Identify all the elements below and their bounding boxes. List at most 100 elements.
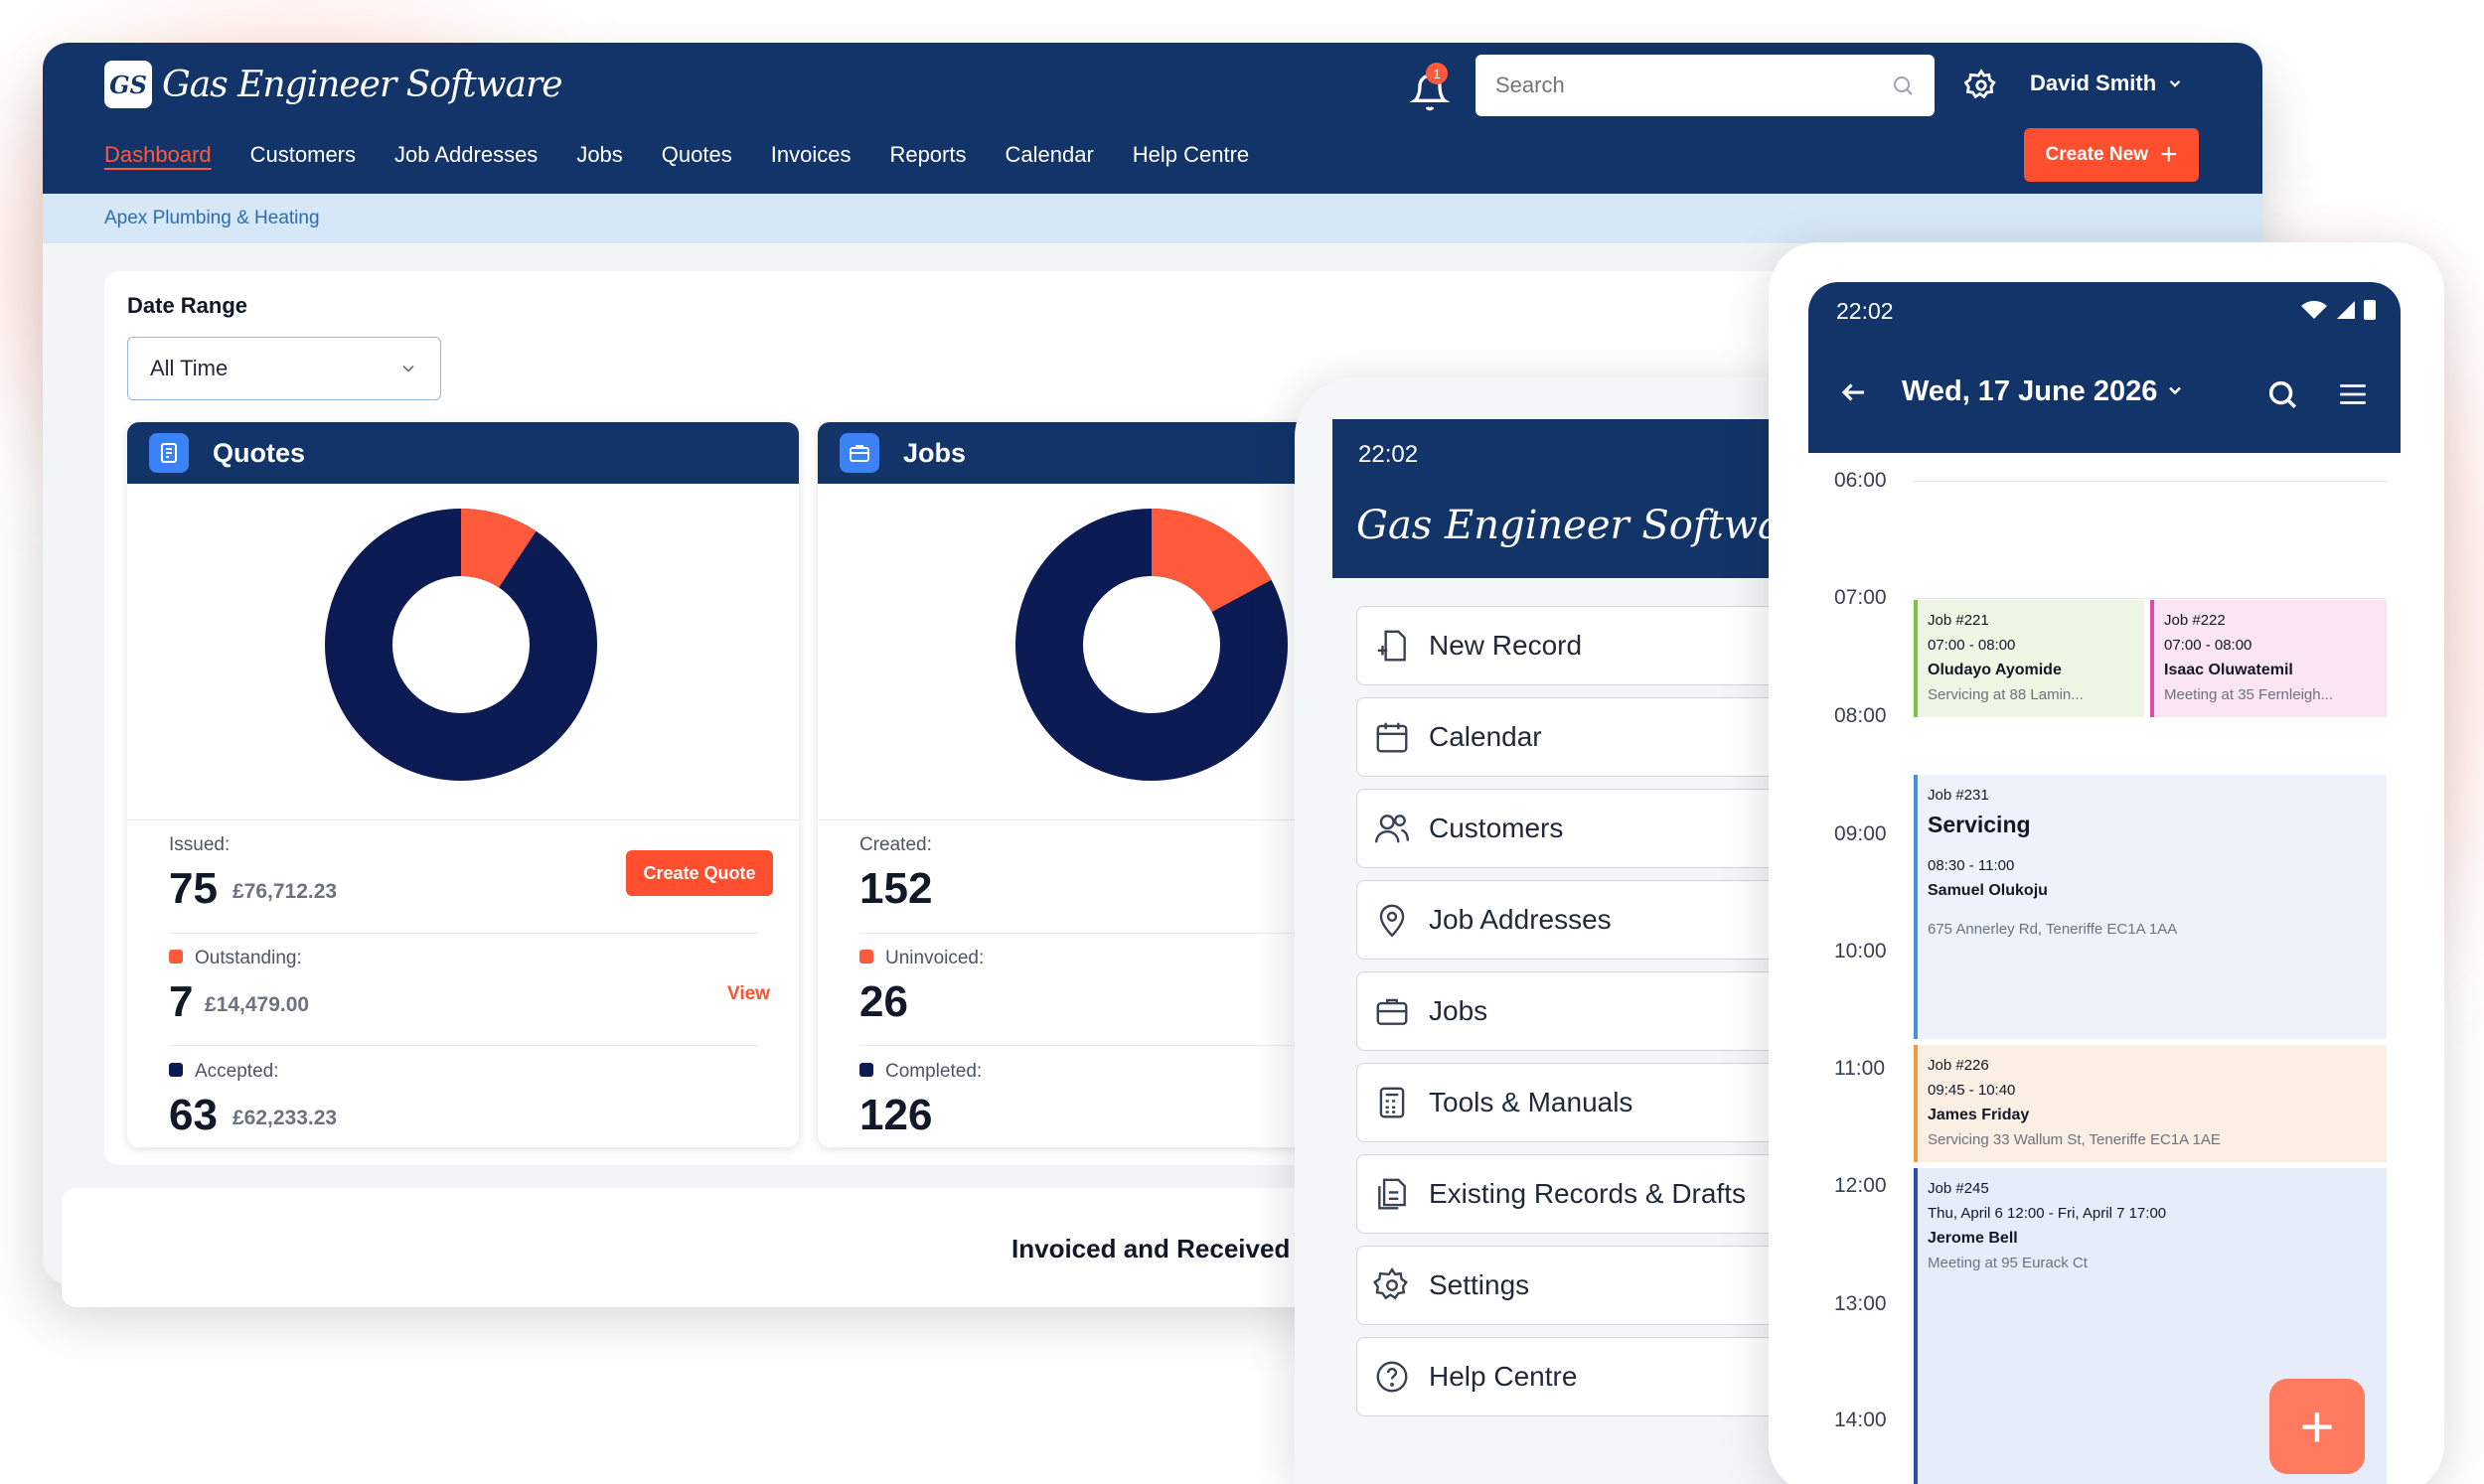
search-input[interactable] [1495, 73, 1873, 98]
user-menu[interactable]: David Smith [2030, 71, 2184, 96]
quotes-title: Quotes [213, 437, 306, 468]
view-link[interactable]: View [727, 983, 770, 1005]
event-customer: Oludayo Ayomide [1928, 662, 2062, 678]
search-icon[interactable] [1891, 74, 1915, 97]
logo-text: Gas Engineer Software [162, 64, 563, 105]
divider [169, 1045, 757, 1046]
quotes-card-header: Quotes [127, 422, 799, 484]
breadcrumb[interactable]: Apex Plumbing & Heating [43, 194, 2262, 243]
event-description: Meeting at 95 Eurack Ct [1928, 1255, 2088, 1271]
menu-item-jobs[interactable]: Jobs [1356, 971, 1831, 1051]
create-quote-button[interactable]: Create Quote [626, 850, 773, 896]
outstanding-amount: £14,479.00 [205, 993, 310, 1016]
nav-quotes[interactable]: Quotes [662, 142, 732, 168]
menu-item-label: New Record [1429, 630, 1583, 661]
chevron-down-icon [2169, 386, 2182, 395]
event-job-number: Job #245 [1928, 1180, 1989, 1197]
quotes-donut-chart [325, 509, 597, 781]
event-time: 09:45 - 10:40 [1928, 1082, 2016, 1099]
menu-item-job-addresses[interactable]: Job Addresses [1356, 880, 1831, 960]
hour-label: 13:00 [1834, 1292, 1887, 1315]
event-job-221[interactable]: Job #221 07:00 - 08:00 Oludayo Ayomide S… [1914, 600, 2144, 717]
gear-icon [1373, 1267, 1408, 1300]
menu-item-calendar[interactable]: Calendar [1356, 697, 1831, 777]
create-new-label: Create New [2045, 144, 2148, 165]
calendar-date[interactable]: Wed, 17 June 2026 [1902, 375, 2185, 408]
help-icon [1376, 1361, 1408, 1393]
issued-count: 75 [169, 864, 218, 913]
create-new-button[interactable]: Create New + [2024, 128, 2199, 182]
wifi-icon [2301, 300, 2327, 319]
event-time: 08:30 - 11:00 [1928, 857, 2015, 874]
menu-item-tools-manuals[interactable]: Tools & Manuals [1356, 1063, 1831, 1142]
event-job-number: Job #226 [1928, 1057, 1989, 1074]
calendar-phone: 22:02 Wed, 17 June 2026 06:00 07:00 08:0… [1769, 242, 2444, 1484]
jobs-title: Jobs [903, 437, 967, 468]
nav-jobs[interactable]: Jobs [576, 142, 622, 168]
hour-line [1914, 598, 2387, 599]
menu-item-label: Customers [1429, 813, 1564, 843]
event-customer: James Friday [1928, 1107, 2030, 1123]
event-job-226[interactable]: Job #226 09:45 - 10:40 James Friday Serv… [1914, 1045, 2387, 1162]
menu-item-new-record[interactable]: New Record [1356, 606, 1831, 685]
nav-job-addresses[interactable]: Job Addresses [394, 142, 538, 168]
uninvoiced-dot [859, 950, 873, 964]
menu-phone: 22:02 Gas Engineer Software New Record C… [1295, 377, 1831, 1484]
event-time: Thu, April 6 12:00 - Fri, April 7 17:00 [1928, 1205, 2167, 1222]
main-nav: Dashboard Customers Job Addresses Jobs Q… [104, 142, 1249, 168]
documents-icon [1378, 1178, 1406, 1210]
nav-calendar[interactable]: Calendar [1006, 142, 1094, 168]
event-description: Servicing 33 Wallum St, Teneriffe EC1A 1… [1928, 1131, 2221, 1148]
nav-invoices[interactable]: Invoices [771, 142, 852, 168]
search-icon[interactable] [2265, 377, 2299, 411]
customers-icon [1374, 815, 1410, 843]
hour-label: 14:00 [1834, 1409, 1887, 1431]
event-job-number: Job #221 [1928, 612, 1989, 629]
location-pin-icon [1379, 904, 1405, 938]
nav-customers[interactable]: Customers [250, 142, 356, 168]
accepted-label: Accepted: [169, 1061, 279, 1083]
nav-dashboard[interactable]: Dashboard [104, 142, 212, 168]
new-record-icon [1377, 630, 1406, 662]
hour-label: 07:00 [1834, 586, 1887, 609]
calendar-timeline: 06:00 07:00 08:00 09:00 10:00 11:00 12:0… [1808, 453, 2401, 1484]
menu-item-help-centre[interactable]: Help Centre [1356, 1337, 1831, 1416]
completed-count: 126 [859, 1091, 933, 1139]
menu-item-label: Jobs [1429, 995, 1488, 1026]
chevron-down-icon [2169, 79, 2181, 87]
date-range-select[interactable]: All Time [127, 337, 441, 400]
menu-item-label: Existing Records & Drafts [1429, 1178, 1746, 1209]
event-job-number: Job #231 [1928, 787, 1989, 804]
back-arrow-icon[interactable] [1836, 377, 1872, 407]
completed-label-text: Completed: [885, 1061, 983, 1082]
nav-reports[interactable]: Reports [889, 142, 966, 168]
menu-item-settings[interactable]: Settings [1356, 1246, 1831, 1325]
outstanding-label-text: Outstanding: [195, 948, 302, 968]
invoiced-title: Invoiced and Received [1011, 1234, 1291, 1263]
menu-logo: Gas Engineer Software [1356, 503, 1824, 548]
event-job-231[interactable]: Job #231 Servicing 08:30 - 11:00 Samuel … [1914, 775, 2387, 1039]
briefcase-icon [840, 433, 879, 473]
menu-item-existing-records[interactable]: Existing Records & Drafts [1356, 1154, 1831, 1234]
add-event-fab[interactable]: + [2269, 1379, 2365, 1474]
plus-icon: + [2299, 1393, 2335, 1460]
gear-icon[interactable] [1964, 69, 1998, 102]
event-job-number: Job #222 [2164, 612, 2226, 629]
issued-label: Issued: [169, 834, 231, 855]
app-logo[interactable]: GS Gas Engineer Software [104, 61, 563, 108]
top-bar: GS Gas Engineer Software Dashboard Custo… [43, 43, 2262, 194]
calendar-header: 22:02 Wed, 17 June 2026 [1808, 282, 2401, 453]
nav-help-centre[interactable]: Help Centre [1133, 142, 1249, 168]
event-job-222[interactable]: Job #222 07:00 - 08:00 Isaac Oluwatemil … [2150, 600, 2387, 717]
uninvoiced-count: 26 [859, 977, 908, 1026]
accepted-dot [169, 1063, 183, 1077]
uninvoiced-label: Uninvoiced: [859, 948, 984, 969]
outstanding-count: 7 [169, 977, 194, 1026]
stage: GS Gas Engineer Software Dashboard Custo… [0, 0, 2484, 1484]
hamburger-menu-icon[interactable] [2335, 377, 2371, 411]
date-range-value: All Time [150, 356, 229, 380]
menu-item-customers[interactable]: Customers [1356, 789, 1831, 868]
hour-label: 06:00 [1834, 469, 1887, 492]
accepted-amount: £62,233.23 [233, 1107, 338, 1129]
plus-icon: + [2159, 138, 2178, 171]
